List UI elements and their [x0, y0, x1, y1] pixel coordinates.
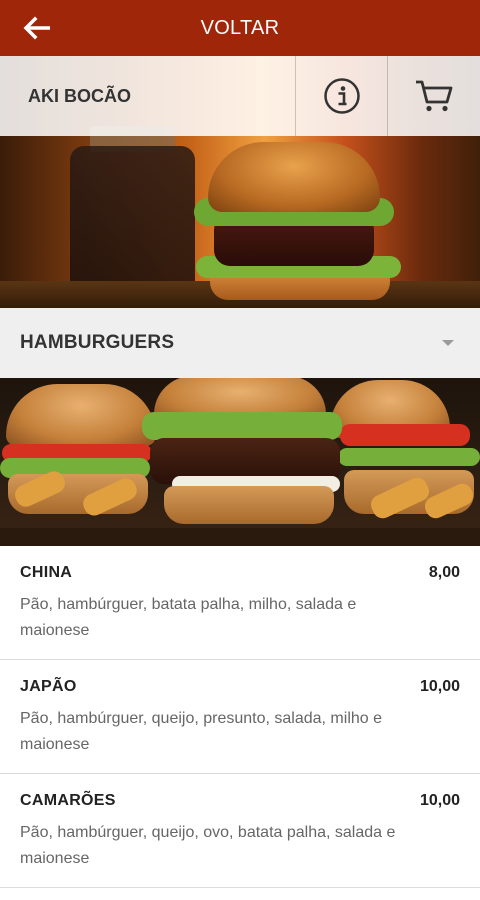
page-title[interactable]: VOLTAR — [201, 17, 280, 40]
product-head: CAMARÕES 10,00 — [20, 792, 460, 810]
banner-burger-center-base — [164, 486, 334, 524]
product-item[interactable]: JAPÃO 10,00 Pão, hambúrguer, queijo, pre… — [0, 660, 480, 774]
jar-decoration — [70, 146, 195, 296]
product-description: Pão, hambúrguer, queijo, ovo, batata pal… — [20, 824, 396, 867]
info-button[interactable] — [296, 56, 388, 136]
cart-button[interactable] — [388, 56, 480, 136]
cart-icon — [416, 80, 453, 112]
product-price: 10,00 — [419, 678, 460, 695]
banner-burger-center-lettuce — [142, 412, 342, 440]
top-app-bar: VOLTAR — [0, 0, 480, 56]
category-selected-label: HAMBURGUERS — [20, 332, 175, 353]
product-item[interactable]: CHINA 8,00 Pão, hambúrguer, batata palha… — [0, 546, 480, 660]
banner-burger-right-tomato — [340, 424, 470, 446]
product-head: CHINA 8,00 — [20, 564, 460, 582]
arrow-left-icon — [23, 16, 50, 40]
store-name: AKI BOCÃO — [0, 56, 296, 136]
category-select[interactable]: HAMBURGUERS — [0, 308, 480, 378]
banner-board — [0, 528, 480, 546]
store-hero-image: AKI BOCÃO — [0, 56, 480, 308]
info-icon — [323, 78, 360, 114]
product-item[interactable]: CAMARÕES 10,00 Pão, hambúrguer, queijo, … — [0, 774, 480, 888]
product-head: JAPÃO 10,00 — [20, 678, 460, 696]
banner-burger-left-bun — [6, 384, 156, 446]
caret-down-icon — [442, 340, 454, 346]
product-price: 10,00 — [419, 792, 460, 809]
back-button[interactable] — [22, 10, 70, 46]
store-header: AKI BOCÃO — [0, 56, 480, 136]
product-name: CAMARÕES — [20, 792, 116, 809]
product-price: 8,00 — [428, 564, 460, 581]
product-name: JAPÃO — [20, 678, 77, 695]
category-banner-image — [0, 378, 480, 546]
product-description: Pão, hambúrguer, batata palha, milho, sa… — [20, 596, 357, 639]
banner-burger-right-lettuce — [338, 448, 480, 466]
product-list: CHINA 8,00 Pão, hambúrguer, batata palha… — [0, 546, 480, 888]
product-name: CHINA — [20, 564, 73, 581]
burger-bun-top — [208, 142, 380, 212]
product-description: Pão, hambúrguer, queijo, presunto, salad… — [20, 710, 383, 753]
